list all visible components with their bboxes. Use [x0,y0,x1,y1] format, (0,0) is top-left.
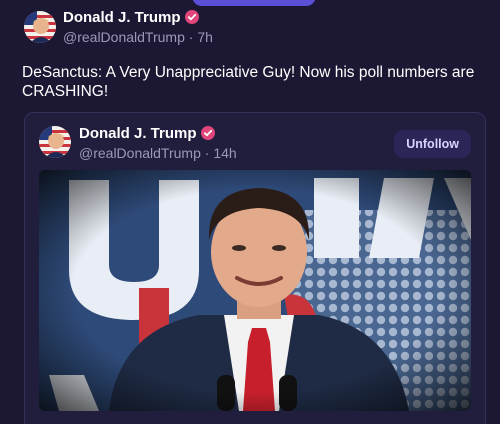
unfollow-button[interactable]: Unfollow [394,130,471,158]
post-text: DeSanctus: A Very Unappreciative Guy! No… [22,64,475,100]
avatar[interactable] [39,126,71,158]
avatar[interactable] [24,11,56,43]
author-handle[interactable]: @realDonaldTrump [63,29,185,45]
quote-time[interactable]: 14h [213,145,236,161]
meta-separator: · [204,145,210,161]
quote-author-name[interactable]: Donald J. Trump [79,125,215,142]
post: Donald J. Trump @realDonaldTrump · 7h De… [0,0,500,424]
author-name-text[interactable]: Donald J. Trump [63,9,181,26]
author-name[interactable]: Donald J. Trump [63,9,199,26]
verified-badge-icon [200,126,215,140]
post-time[interactable]: 7h [197,29,213,45]
quoted-post-card[interactable]: Donald J. Trump @realDonaldTrump · 14h U… [24,112,486,424]
verified-badge-icon [184,10,199,24]
quote-author-handle[interactable]: @realDonaldTrump [79,145,201,161]
quote-meta: @realDonaldTrump · 14h [79,145,237,161]
quote-author-name-text[interactable]: Donald J. Trump [79,125,197,142]
post-meta: @realDonaldTrump · 7h [63,29,213,45]
quoted-video-thumbnail[interactable] [39,170,471,411]
meta-separator: · [188,29,194,45]
